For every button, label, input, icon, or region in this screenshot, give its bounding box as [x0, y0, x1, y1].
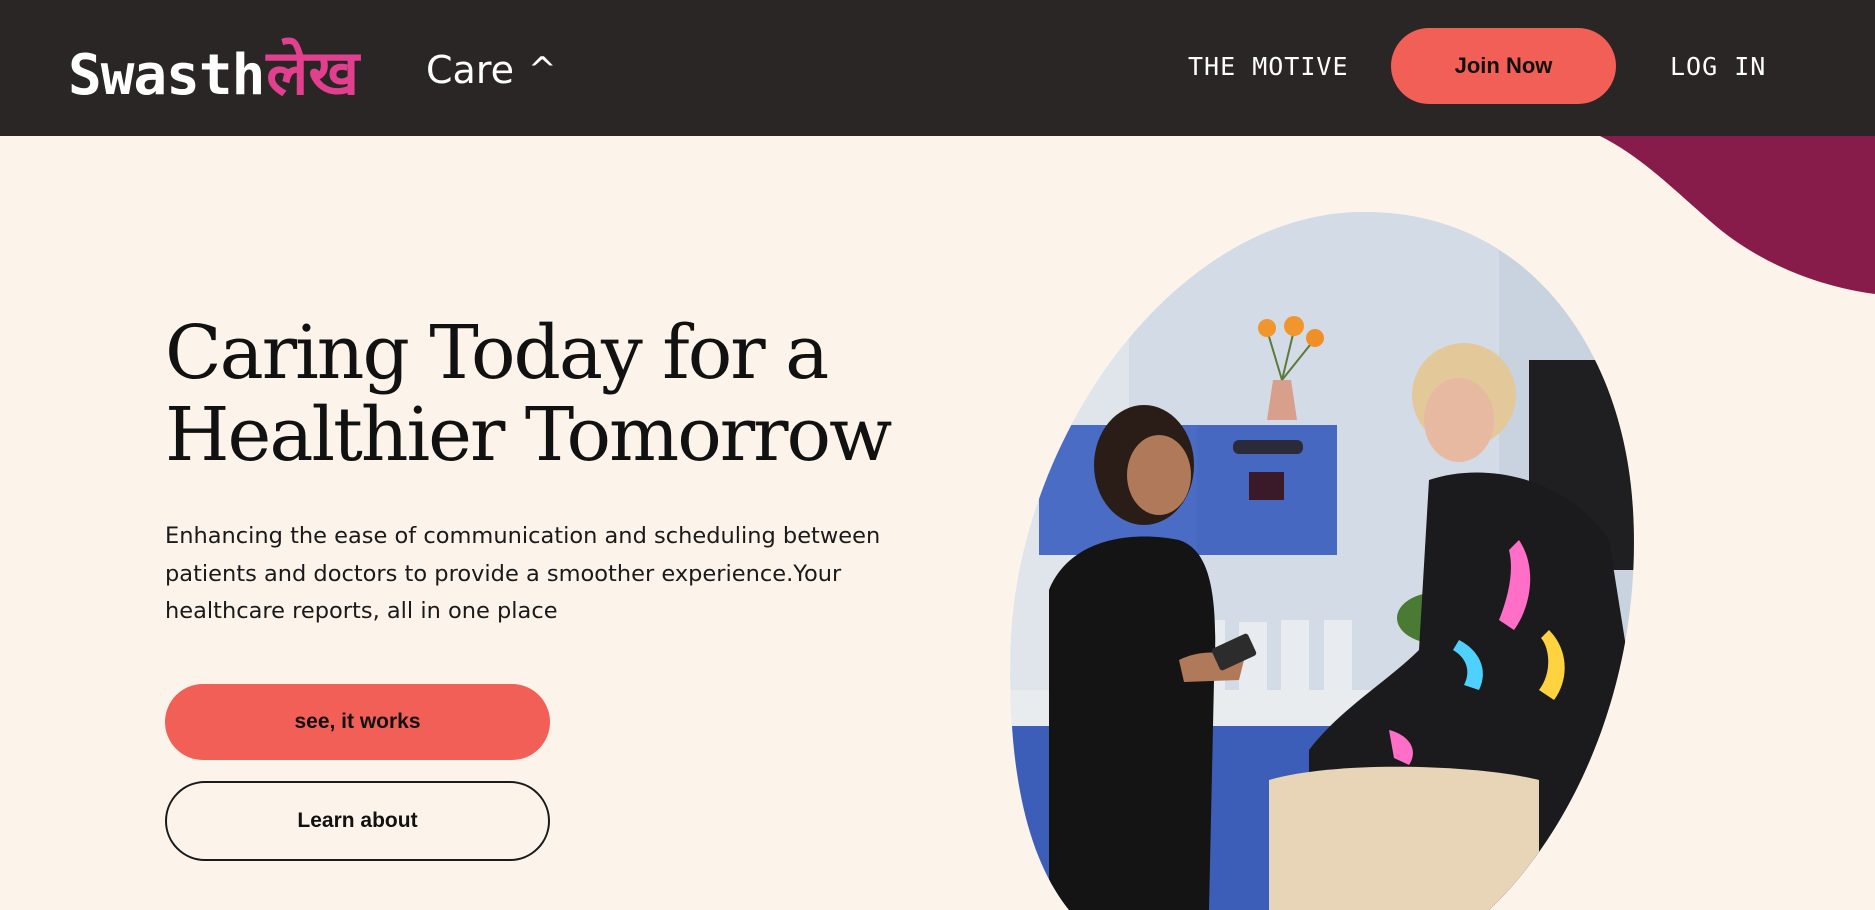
hero-description: Enhancing the ease of communication and …	[165, 523, 881, 624]
join-now-button[interactable]: Join Now	[1391, 28, 1616, 104]
see-it-works-button[interactable]: see, it works	[165, 684, 550, 760]
hero-photo-doctor-patient	[1010, 212, 1634, 910]
hero-title-line2: Healthier Tomorrow	[165, 392, 892, 478]
decorative-blob	[1600, 136, 1875, 294]
nav-link-motive[interactable]: THE MOTIVE	[1188, 52, 1349, 81]
navbar: Swasth लेख Care ^ THE MOTIVE Join Now LO…	[0, 0, 1875, 136]
logo-text-lekh: लेख	[266, 36, 360, 109]
caret-up-icon: ^	[528, 50, 557, 90]
hero-title: Caring Today for a Healthier Tomorrow	[165, 312, 945, 476]
care-label: Care	[426, 48, 514, 92]
hero-title-line1: Caring Today for a	[165, 310, 829, 396]
care-dropdown-toggle[interactable]: Care ^	[426, 48, 557, 92]
learn-about-button[interactable]: Learn about	[165, 781, 550, 861]
nav-link-login[interactable]: LOG IN	[1670, 52, 1766, 81]
logo-text-swasth: Swasth	[68, 43, 265, 108]
logo[interactable]: Swasth लेख	[68, 24, 359, 104]
